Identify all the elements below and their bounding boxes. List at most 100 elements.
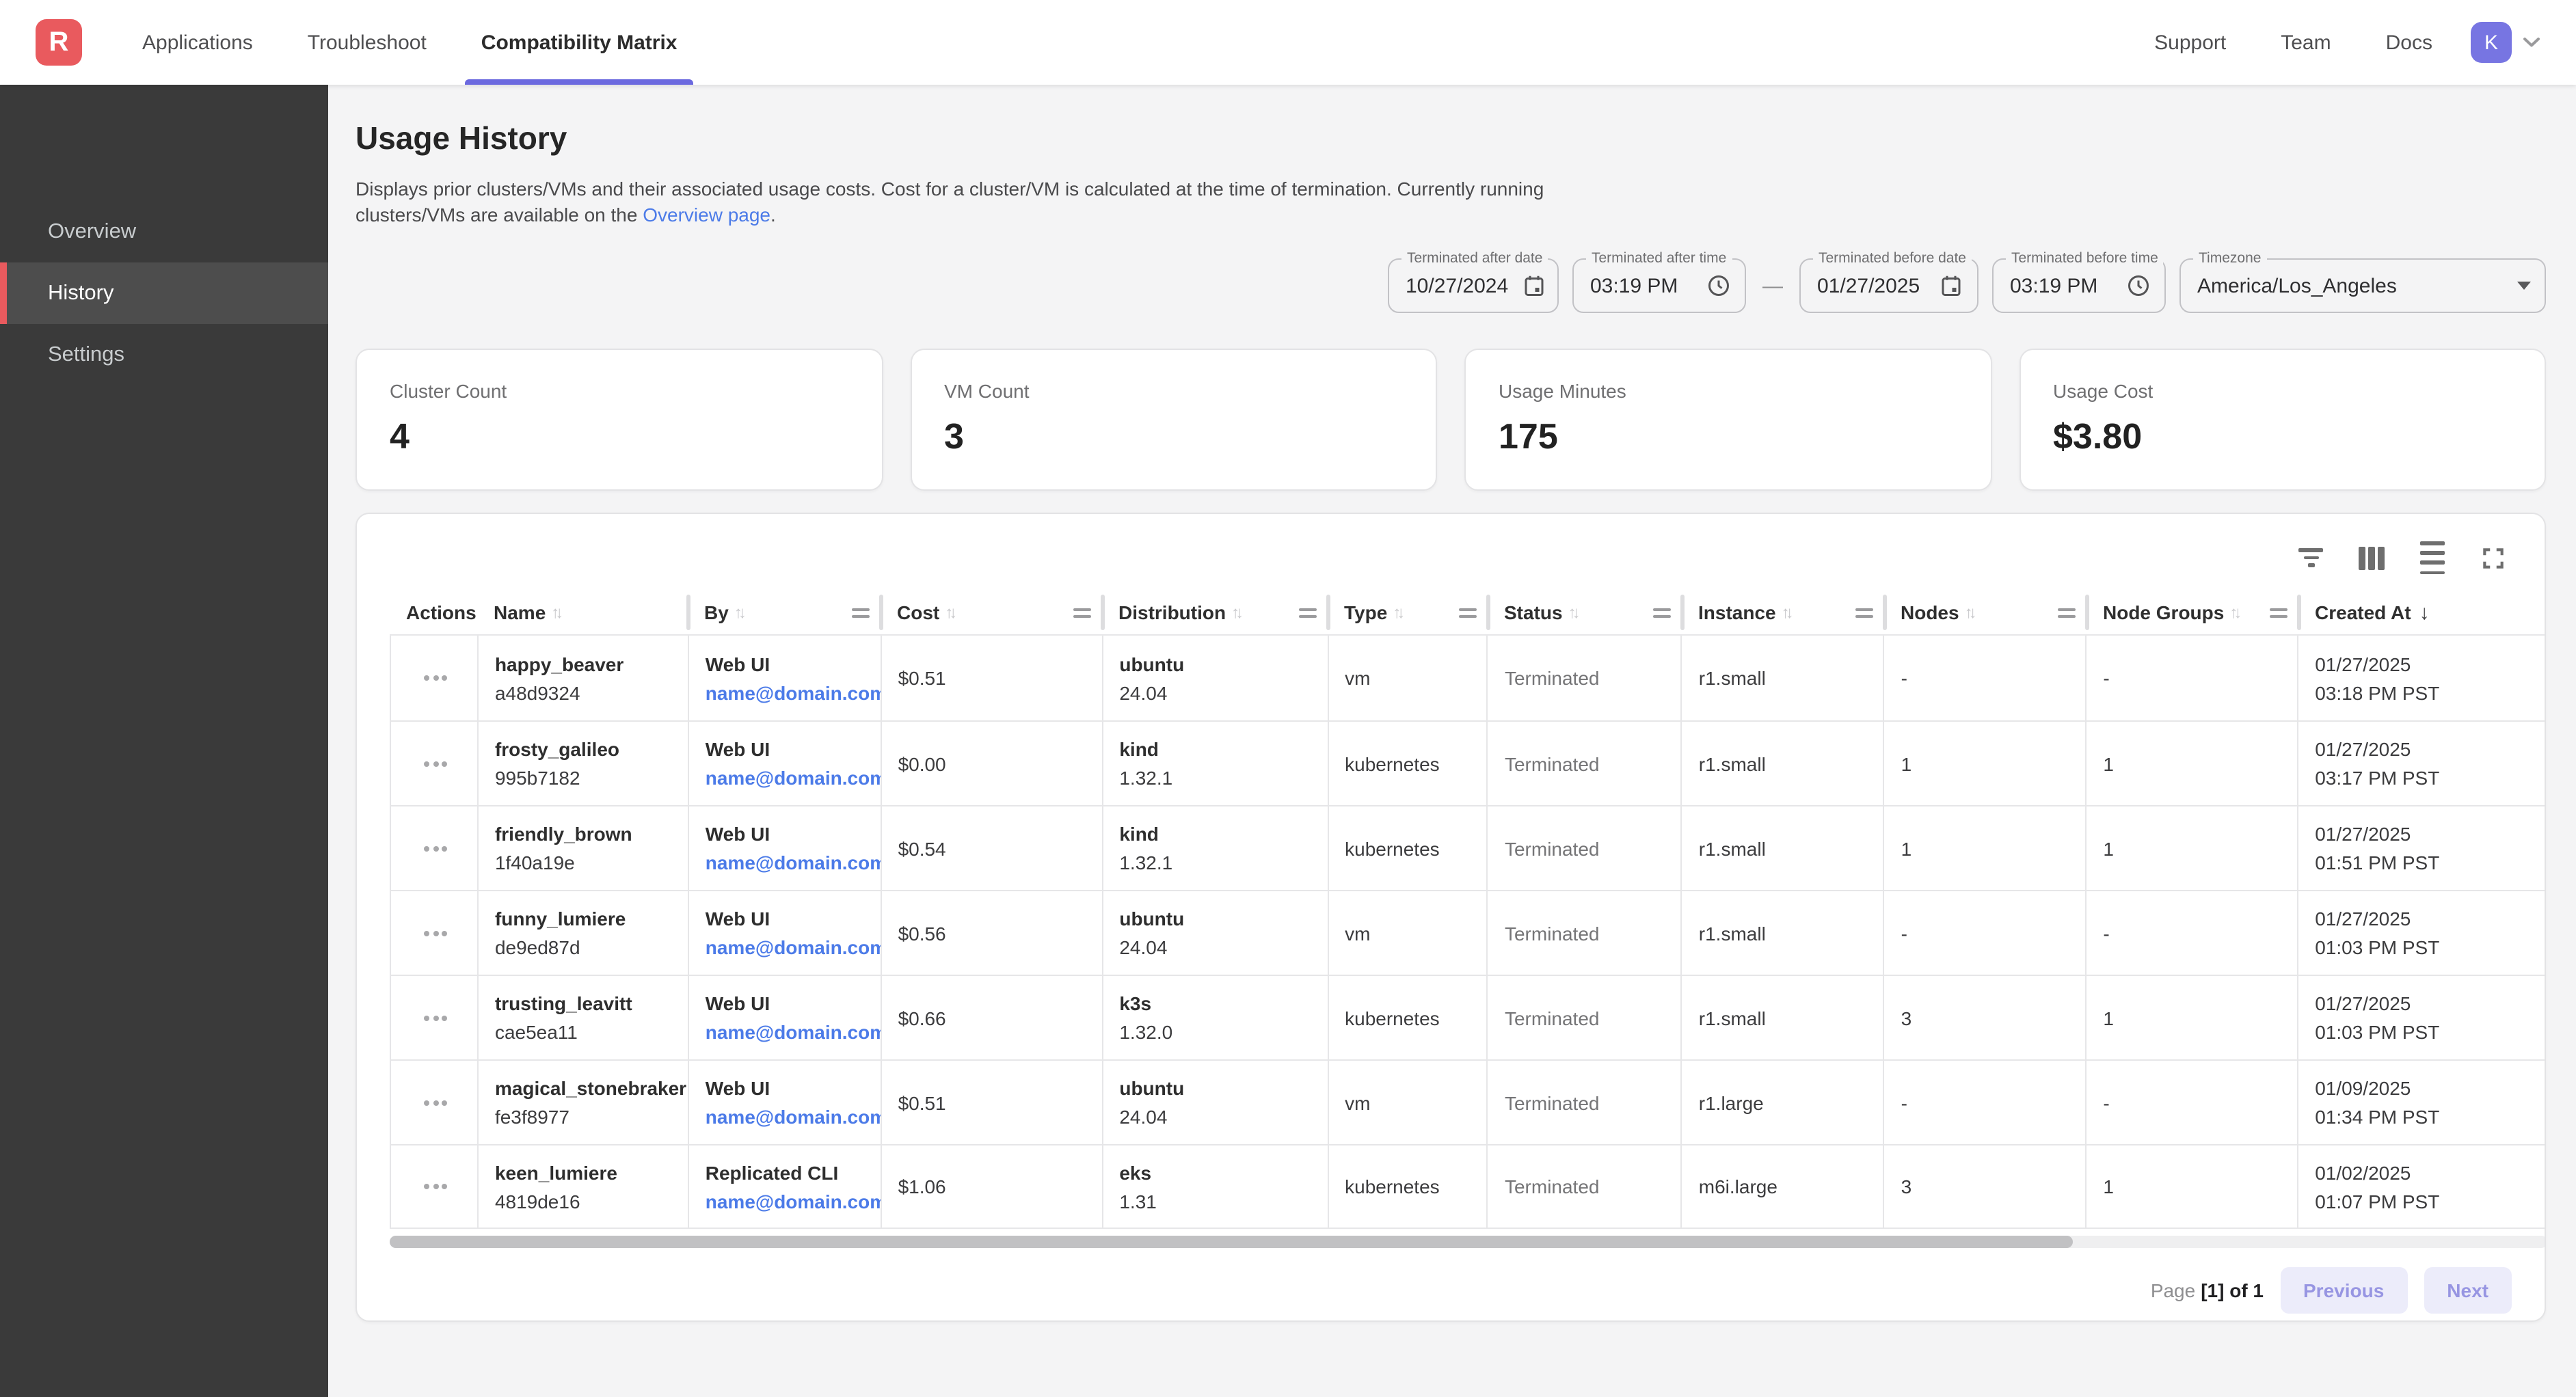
cell-primary-text: magical_stonebraker [495,1078,677,1100]
density-icon[interactable] [2420,539,2445,578]
terminated-before-date-input[interactable]: Terminated before date 01/27/2025 [1799,258,1978,313]
column-label[interactable]: Cost [897,602,939,624]
overview-page-link[interactable]: Overview page [643,204,770,226]
scrollbar-thumb[interactable] [390,1236,2073,1249]
terminated-after-date-value[interactable]: 10/27/2024 [1406,274,1508,297]
row-email-link[interactable]: name@domain.com [706,768,870,789]
calendar-icon[interactable] [1522,273,1546,298]
row-actions-button[interactable] [418,753,453,775]
column-header-by: By ↑↓ [688,591,881,635]
row-actions-button[interactable] [418,838,453,860]
row-actions-button[interactable] [418,923,453,945]
clock-icon[interactable] [1706,273,1731,298]
drag-handle-icon[interactable] [2058,604,2076,621]
row-actions-button[interactable] [418,1007,453,1029]
cell-primary-text: Web UI [706,739,870,761]
cell-actions [391,636,479,721]
sort-icon[interactable]: ↑↓ [734,603,747,623]
cell-text: $0.56 [898,923,1091,945]
cell-cost: $0.00 [882,722,1103,806]
drag-handle-icon[interactable] [1073,604,1091,621]
cell-text: - [2103,1092,2286,1114]
cell-distribution: k3s1.32.0 [1103,977,1328,1060]
fullscreen-icon[interactable] [2480,545,2506,571]
row-email-link[interactable]: name@domain.com [706,1191,870,1212]
sort-icon[interactable]: ↑↓ [1393,603,1405,623]
column-label[interactable]: Distribution [1118,602,1226,624]
cell-instance: r1.small [1682,636,1885,721]
horizontal-scrollbar[interactable] [390,1236,2546,1249]
timezone-value[interactable]: America/Los_Angeles [2197,274,2504,297]
column-label[interactable]: Status [1504,602,1563,624]
row-email-link[interactable]: name@domain.com [706,937,870,959]
nav-link-support[interactable]: Support [2154,31,2226,54]
cell-cost: $0.54 [882,807,1103,891]
replicated-logo[interactable]: R [36,19,82,66]
sort-icon[interactable]: ↑↓ [1568,603,1581,623]
column-label[interactable]: Created At [2315,602,2411,624]
column-label[interactable]: Name [494,602,546,624]
drag-handle-icon[interactable] [1855,604,1873,621]
chevron-down-icon[interactable] [2523,37,2540,48]
terminated-before-time-input[interactable]: Terminated before time 03:19 PM [1992,258,2166,313]
calendar-icon[interactable] [1939,273,1963,298]
column-label[interactable]: Node Groups [2103,602,2224,624]
nav-tab-troubleshoot[interactable]: Troubleshoot [280,0,454,85]
cell-text: 1 [2103,1176,2286,1198]
terminated-before-date-value[interactable]: 01/27/2025 [1817,274,1925,297]
cell-node-groups: - [2087,1061,2298,1145]
select-caret-icon[interactable] [2517,282,2531,290]
drag-handle-icon[interactable] [1299,604,1317,621]
cell-primary-text: Web UI [706,824,870,845]
column-label[interactable]: Instance [1698,602,1776,624]
cell-primary-text: eks [1119,1162,1316,1184]
column-label[interactable]: By [704,602,729,624]
clock-icon[interactable] [2126,273,2151,298]
row-email-link[interactable]: name@domain.com [706,682,870,704]
nav-tab-applications[interactable]: Applications [115,0,280,85]
nav-link-docs[interactable]: Docs [2386,31,2432,54]
sort-icon[interactable]: ↑↓ [1231,603,1244,623]
sort-desc-icon[interactable]: ↓ [2419,601,2430,625]
drag-handle-icon[interactable] [1459,604,1477,621]
sort-icon[interactable]: ↑↓ [2229,603,2242,623]
terminated-before-time-value[interactable]: 03:19 PM [2010,274,2112,297]
row-email-link[interactable]: name@domain.com [706,1022,870,1044]
column-label[interactable]: Type [1344,602,1387,624]
cell-by: Web UI name@domain.com [689,807,882,891]
drag-handle-icon[interactable] [1653,604,1671,621]
previous-page-button[interactable]: Previous [2280,1268,2407,1314]
row-email-link[interactable]: name@domain.com [706,1107,870,1128]
terminated-after-time-input[interactable]: Terminated after time 03:19 PM [1572,258,1746,313]
cell-type: vm [1328,636,1488,721]
sort-icon[interactable]: ↑↓ [1782,603,1794,623]
avatar[interactable]: K [2471,22,2512,63]
row-actions-button[interactable] [418,1176,453,1198]
filter-icon[interactable] [2298,547,2323,569]
sort-icon[interactable]: ↑↓ [945,603,957,623]
column-label: Actions [406,602,477,624]
row-actions-button[interactable] [418,668,453,690]
columns-icon[interactable] [2359,546,2385,569]
row-actions-button[interactable] [418,1092,453,1114]
cell-instance: r1.small [1682,722,1885,806]
created-time: 01:34 PM PST [2315,1107,2536,1128]
terminated-after-time-value[interactable]: 03:19 PM [1590,274,1693,297]
drag-handle-icon[interactable] [2270,604,2287,621]
sort-icon[interactable]: ↑↓ [1965,603,1977,623]
sidebar-item-settings[interactable]: Settings [0,324,328,385]
column-header-created-at: Created At ↓ [2298,591,2546,635]
stat-value: 175 [1499,416,1957,458]
next-page-button[interactable]: Next [2424,1268,2512,1314]
nav-link-team[interactable]: Team [2281,31,2331,54]
nav-tab-compatibility-matrix[interactable]: Compatibility Matrix [454,0,705,85]
column-label[interactable]: Nodes [1901,602,1959,624]
row-email-link[interactable]: name@domain.com [706,852,870,874]
drag-handle-icon[interactable] [852,604,870,621]
sidebar-item-history[interactable]: History [0,262,328,324]
terminated-after-date-input[interactable]: Terminated after date 10/27/2024 [1388,258,1559,313]
cell-type: vm [1328,1061,1488,1145]
sort-icon[interactable]: ↑↓ [551,603,563,623]
timezone-select[interactable]: Timezone America/Los_Angeles [2179,258,2546,313]
sidebar-item-overview[interactable]: Overview [0,201,328,262]
